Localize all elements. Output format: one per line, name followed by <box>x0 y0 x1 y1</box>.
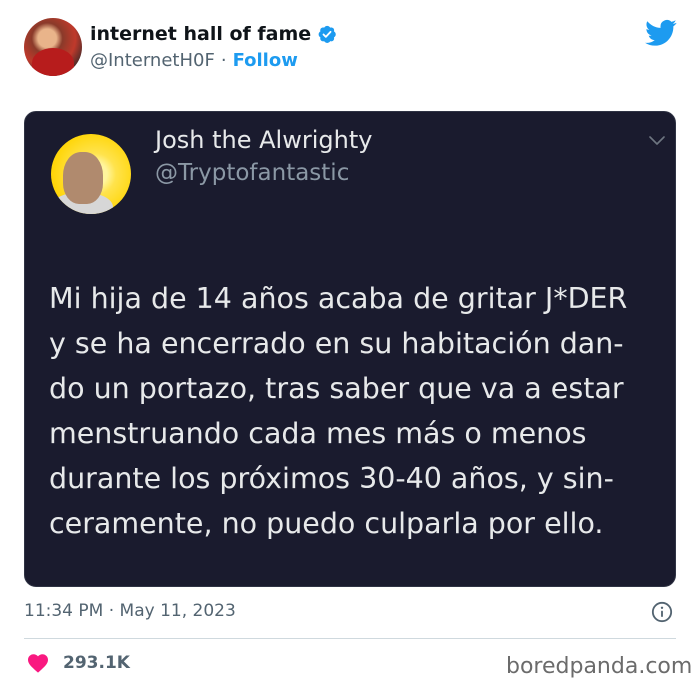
quoted-tweet-text: Mi hija de 14 años acaba de gritar J*DER… <box>49 282 628 540</box>
chevron-down-icon[interactable] <box>649 136 665 146</box>
like-row: 293.1K <box>27 653 130 673</box>
author-avatar[interactable] <box>24 18 82 76</box>
info-icon[interactable] <box>651 601 673 623</box>
tweet-header: internet hall of fame @InternetH0F · Fol… <box>0 0 700 100</box>
divider <box>24 638 676 639</box>
author-name[interactable]: internet hall of fame <box>90 23 311 45</box>
like-count: 293.1K <box>63 653 130 673</box>
heart-icon[interactable] <box>27 653 49 673</box>
quoted-author-name[interactable]: Josh the Alwrighty <box>155 126 372 154</box>
separator-dot: · <box>220 50 227 71</box>
tweet-timestamp[interactable]: 11:34 PM · May 11, 2023 <box>24 601 236 621</box>
author-name-row: internet hall of fame <box>90 23 337 45</box>
author-handle[interactable]: @InternetH0F <box>90 50 215 71</box>
quoted-tweet-card[interactable]: Josh the Alwrighty @Tryptofantastic Mi h… <box>24 111 676 587</box>
twitter-bird-icon[interactable] <box>645 18 677 48</box>
author-handle-row: @InternetH0F · Follow <box>90 50 298 71</box>
verified-badge-icon <box>318 25 336 43</box>
quoted-author-avatar[interactable] <box>51 134 131 214</box>
watermark: boredpanda.com <box>506 654 693 679</box>
follow-button[interactable]: Follow <box>233 50 298 71</box>
quoted-author-handle[interactable]: @Tryptofantastic <box>155 160 349 186</box>
